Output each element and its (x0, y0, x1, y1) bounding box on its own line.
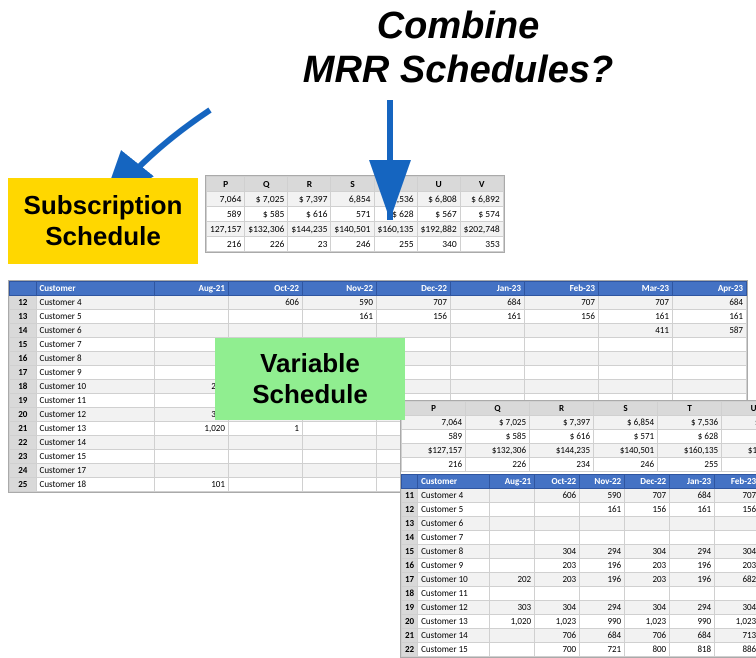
table-row: 11 Customer 4 606 590 707 684 707 707 68… (402, 489, 756, 503)
arrow-right-icon (360, 90, 440, 230)
table-row: 12 Customer 5 161 156 161 156 161 156 (402, 503, 756, 517)
variable-schedule-label: Variable Schedule (215, 338, 405, 420)
table-row: 12 Customer 4 606 590 707 684 707 707 68… (10, 296, 747, 310)
table-row: 13 Customer 5 161 156 161 156 161 161 (10, 310, 747, 324)
title-line2: MRR Schedules? (303, 49, 613, 91)
table-row: 13 Customer 6 411 587 (402, 517, 756, 531)
variable-spreadsheet: P Q R S T U V 7,064 $ 7,025 $ 7,397 $ 6,… (400, 400, 756, 658)
table-row: 17 Customer 10 202 203 196 203 196 682 1… (402, 573, 756, 587)
table-row: 19 Customer 12 303 304 294 304 294 304 3… (402, 601, 756, 615)
table-row: 15 Customer 8 304 294 304 294 304 304 29… (402, 545, 756, 559)
main-title: Combine MRR Schedules? (180, 5, 736, 92)
table-row: 14 Customer 7 (402, 531, 756, 545)
table-row: 20 Customer 13 1,020 1,023 990 1,023 990… (402, 615, 756, 629)
table-row: 22 Customer 15 700 721 800 818 886 943 9… (402, 643, 756, 657)
subscription-spreadsheet: P Q R S T U V 7,064 $ 7,025 $ 7,397 6,85… (205, 175, 505, 253)
subscription-schedule-label: Subscription Schedule (8, 178, 198, 264)
title-line1: Combine (377, 5, 540, 47)
table-row: 18 Customer 11 3 (402, 587, 756, 601)
table-row: 21 Customer 14 706 684 706 684 713 908 8… (402, 629, 756, 643)
table-row: 14 Customer 6 411 587 (10, 324, 747, 338)
table-row: 16 Customer 9 203 196 203 196 203 203 19… (402, 559, 756, 573)
